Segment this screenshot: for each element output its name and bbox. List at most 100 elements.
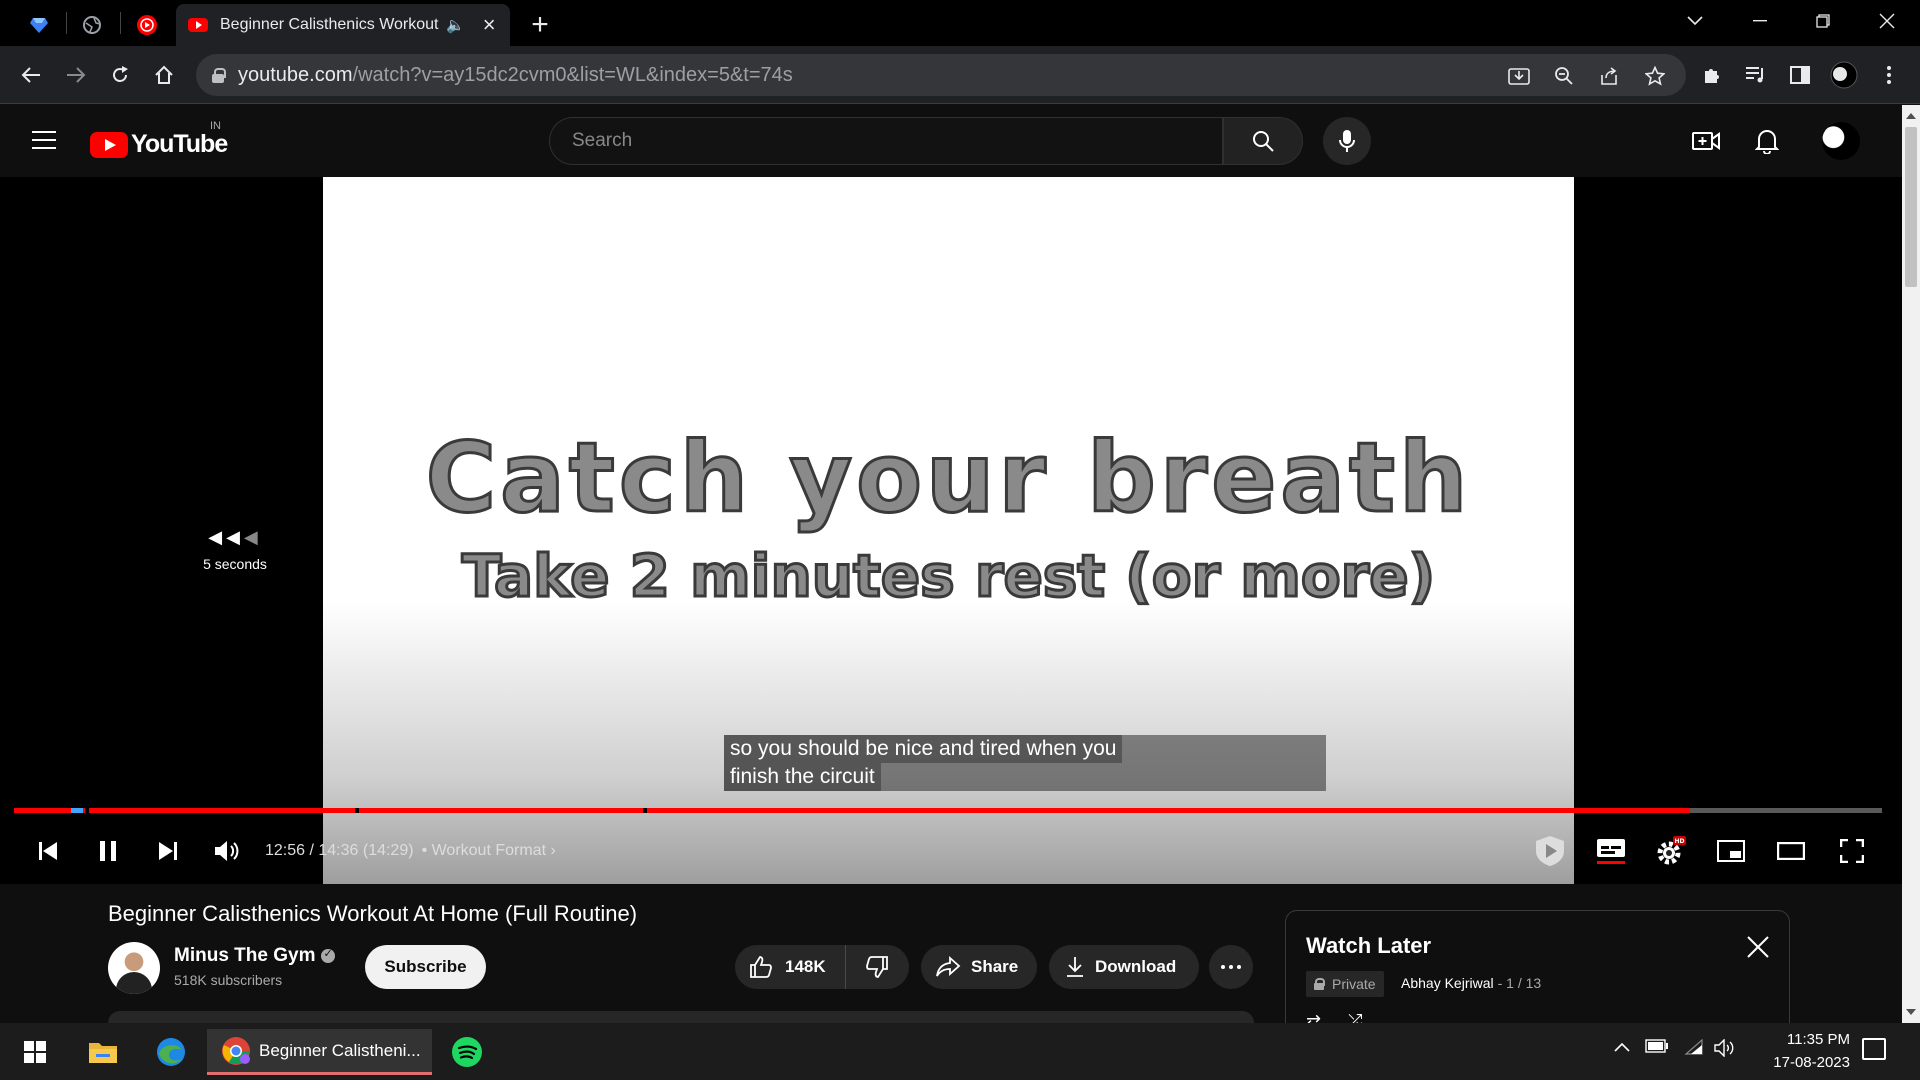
restore-window-icon[interactable] [1794,0,1852,42]
pinned-tab-globe[interactable] [71,4,113,46]
video-frame[interactable]: Catch your breath Take 2 minutes rest (o… [323,177,1574,884]
notification-center-icon[interactable] [1862,1038,1886,1060]
install-app-icon[interactable] [1506,63,1532,89]
search-button[interactable] [1223,117,1303,165]
close-window-icon[interactable] [1858,0,1916,42]
address-bar[interactable]: youtube.com/watch?v=ay15dc2cvm0&list=WL&… [196,54,1686,96]
video-player[interactable]: Catch your breath Take 2 minutes rest (o… [0,177,1902,884]
tab-search-chevron-icon[interactable] [1666,0,1724,42]
like-dislike-group: 148K [735,945,909,989]
notifications-bell-icon[interactable] [1749,123,1785,159]
system-clock[interactable]: 11:35 PM 17-08-2023 [1740,1028,1850,1074]
share-label: Share [971,957,1019,976]
close-icon[interactable] [1744,933,1772,961]
download-button[interactable]: Download [1049,945,1199,989]
tab-audio-icon[interactable]: 🔈 [446,16,465,34]
menu-hamburger-icon[interactable] [32,131,56,149]
minimize-window-icon[interactable] [1731,0,1789,42]
privacy-label: Private [1332,976,1376,992]
fullscreen-icon[interactable] [1832,831,1872,871]
spotify-icon[interactable] [444,1029,490,1075]
zoom-icon[interactable] [1551,63,1577,89]
create-video-icon[interactable] [1688,123,1724,159]
pinned-tab-youtube-music[interactable] [126,4,168,46]
new-tab-button[interactable]: + [522,8,558,42]
volume-icon[interactable] [207,831,247,871]
dislike-button[interactable] [846,955,908,979]
sponsor-shield-icon[interactable] [1530,831,1570,871]
browser-tab-strip: Beginner Calisthenics Workout At Home (F… [0,0,1920,46]
home-icon[interactable] [145,56,183,94]
subscribe-button[interactable]: Subscribe [365,945,486,989]
share-page-icon[interactable] [1596,63,1622,89]
bookmark-star-icon[interactable] [1642,63,1668,89]
pinned-tab-diamond[interactable] [18,4,60,46]
wifi-icon[interactable] [1684,1038,1704,1060]
channel-avatar[interactable] [108,942,160,994]
tray-overflow-chevron-icon[interactable] [1614,1039,1630,1057]
taskbar-chrome-window[interactable]: Beginner Calistheni... [207,1029,432,1075]
page-scrollbar[interactable] [1902,105,1920,1023]
video-title: Beginner Calisthenics Workout At Home (F… [108,901,638,926]
profile-avatar-icon[interactable] [1827,58,1861,92]
description-box[interactable] [108,1011,1254,1023]
globe-icon [83,16,101,34]
thumbs-up-icon [750,956,772,978]
share-button[interactable]: Share [921,945,1037,989]
settings-gear-icon[interactable]: HD [1651,831,1691,871]
account-avatar[interactable] [1822,122,1860,160]
chapter-title-button[interactable]: • Workout Format [422,842,546,859]
miniplayer-icon[interactable] [1711,831,1751,871]
browser-toolbar: youtube.com/watch?v=ay15dc2cvm0&list=WL&… [0,46,1920,104]
next-video-icon[interactable] [148,831,188,871]
youtube-wordmark: YouTube [131,130,228,158]
shuffle-icon[interactable]: ⤮ [1348,1011,1362,1023]
windows-start-icon[interactable] [12,1029,58,1075]
loop-icon[interactable]: ⇄ [1306,1011,1321,1023]
channel-name-text[interactable]: Minus The Gym [174,945,315,966]
pause-icon[interactable] [88,831,128,871]
like-count: 148K [785,957,826,976]
media-control-icon[interactable] [1739,58,1773,92]
progress-marker [71,808,83,813]
edge-browser-icon[interactable] [148,1029,194,1075]
previous-video-icon[interactable] [28,831,68,871]
side-panel-icon[interactable] [1783,58,1817,92]
scroll-down-arrow-icon[interactable] [1906,1009,1916,1015]
chrome-icon [222,1036,250,1065]
time-elapsed-total: 12:56 / 14:36 (14:29) [265,842,414,859]
thumbs-down-icon [866,956,888,978]
theater-mode-icon[interactable] [1771,831,1811,871]
reload-icon[interactable] [101,56,139,94]
search-icon [1253,131,1274,152]
player-controls: 12:56 / 14:36 (14:29) • Workout Format › … [0,827,1902,877]
youtube-logo[interactable]: YouTube IN [90,120,228,159]
playlist-owner-name[interactable]: Abhay Kejriwal [1401,975,1494,991]
playlist-title[interactable]: Watch Later [1306,933,1431,959]
browser-menu-icon[interactable] [1872,58,1906,92]
forward-arrow-icon[interactable] [57,56,95,94]
battery-icon[interactable] [1645,1039,1669,1058]
back-arrow-icon[interactable] [12,56,50,94]
extensions-puzzle-icon[interactable] [1695,58,1729,92]
speaker-volume-icon[interactable] [1714,1038,1736,1062]
more-actions-button[interactable] [1209,945,1253,989]
channel-name[interactable]: Minus The Gym [174,945,336,967]
clock-date: 17-08-2023 [1773,1054,1850,1071]
active-browser-tab[interactable]: Beginner Calisthenics Workout At Home (F… [176,4,510,46]
seek-back-indicator: ◀◀◀ 5 seconds [160,527,310,572]
video-overlay-subtitle: Take 2 minutes rest (or more) [460,541,1436,612]
scroll-up-arrow-icon[interactable] [1906,113,1916,119]
scrollbar-thumb[interactable] [1905,127,1917,287]
search-input[interactable]: Search [549,117,1223,165]
file-explorer-icon[interactable] [80,1029,126,1075]
taskbar-chrome-label: Beginner Calistheni... [259,1040,421,1060]
tab-close-icon[interactable]: × [483,12,496,38]
voice-search-button[interactable] [1323,117,1371,165]
progress-bar[interactable] [14,808,1882,813]
lock-icon[interactable] [212,68,226,83]
like-button[interactable]: 148K [735,945,846,989]
subtitles-cc-icon[interactable] [1591,831,1631,871]
chapter-chevron-icon[interactable]: › [550,842,555,859]
youtube-header: YouTube IN Search [0,105,1902,177]
